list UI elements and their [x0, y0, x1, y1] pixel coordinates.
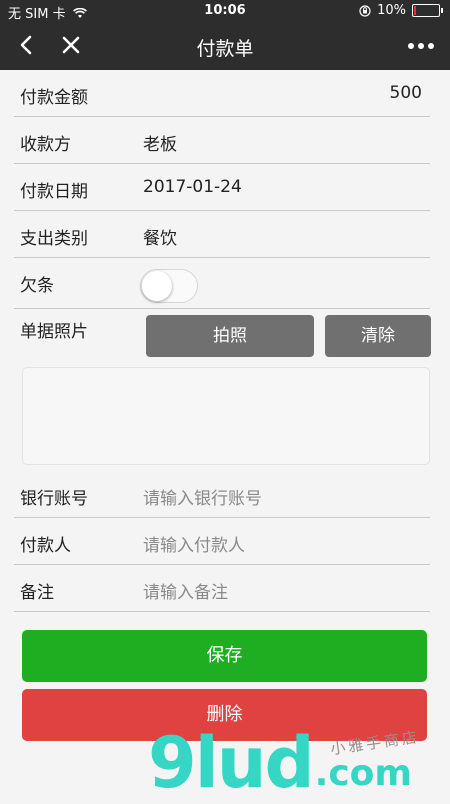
status-right: 10%	[359, 3, 443, 18]
photo-label: 单据照片	[20, 322, 88, 342]
photo-preview-area[interactable]	[22, 367, 430, 465]
watermark-domain: .com	[314, 753, 412, 794]
category-row[interactable]: 支出类别 餐饮	[14, 211, 430, 258]
note-input[interactable]: 请输入备注	[143, 578, 228, 603]
watermark-brand: 9lud	[148, 722, 315, 804]
category-label: 支出类别	[20, 229, 88, 249]
payee-value[interactable]: 老板	[143, 130, 177, 155]
date-value[interactable]: 2017-01-24	[143, 177, 242, 197]
save-button[interactable]: 保存	[22, 630, 427, 682]
payer-input[interactable]: 请输入付款人	[143, 531, 245, 556]
page-title: 付款单	[196, 38, 254, 60]
clear-photo-button[interactable]: 清除	[325, 315, 431, 357]
rotation-lock-icon	[359, 4, 371, 17]
note-row[interactable]: 备注 请输入备注	[14, 565, 430, 612]
battery-percent: 10%	[377, 3, 406, 18]
toggle-knob	[142, 271, 172, 301]
take-photo-button[interactable]: 拍照	[146, 315, 314, 357]
bank-account-row[interactable]: 银行账号 请输入银行账号	[14, 471, 430, 518]
amount-value[interactable]: 500	[390, 83, 422, 103]
amount-row[interactable]: 付款金额 500	[14, 70, 430, 117]
payee-label: 收款方	[20, 135, 71, 155]
photo-row: 单据照片 拍照 清除	[14, 309, 431, 363]
amount-label: 付款金额	[20, 88, 88, 108]
date-row[interactable]: 付款日期 2017-01-24	[14, 164, 430, 211]
payer-label: 付款人	[20, 536, 71, 556]
watermark-logo: 9lud .com 小雅手商店	[148, 722, 448, 804]
date-label: 付款日期	[20, 182, 88, 202]
payee-row[interactable]: 收款方 老板	[14, 117, 430, 164]
nav-bar: 付款单	[0, 22, 450, 70]
iou-label: 欠条	[20, 276, 54, 296]
battery-icon	[412, 4, 443, 17]
payer-row[interactable]: 付款人 请输入付款人	[14, 518, 430, 565]
note-label: 备注	[20, 583, 54, 603]
battery-level	[414, 6, 417, 15]
status-bar: 无 SIM 卡 10:06 10%	[0, 0, 450, 22]
bank-account-input[interactable]: 请输入银行账号	[143, 484, 262, 509]
more-horizontal-icon[interactable]	[406, 34, 436, 58]
iou-toggle[interactable]	[140, 269, 198, 303]
category-value[interactable]: 餐饮	[143, 224, 177, 249]
payment-form: 付款金额 500 收款方 老板 付款日期 2017-01-24 支出类别 餐饮 …	[0, 70, 450, 612]
bank-account-label: 银行账号	[20, 489, 88, 509]
iou-row: 欠条	[14, 258, 430, 309]
